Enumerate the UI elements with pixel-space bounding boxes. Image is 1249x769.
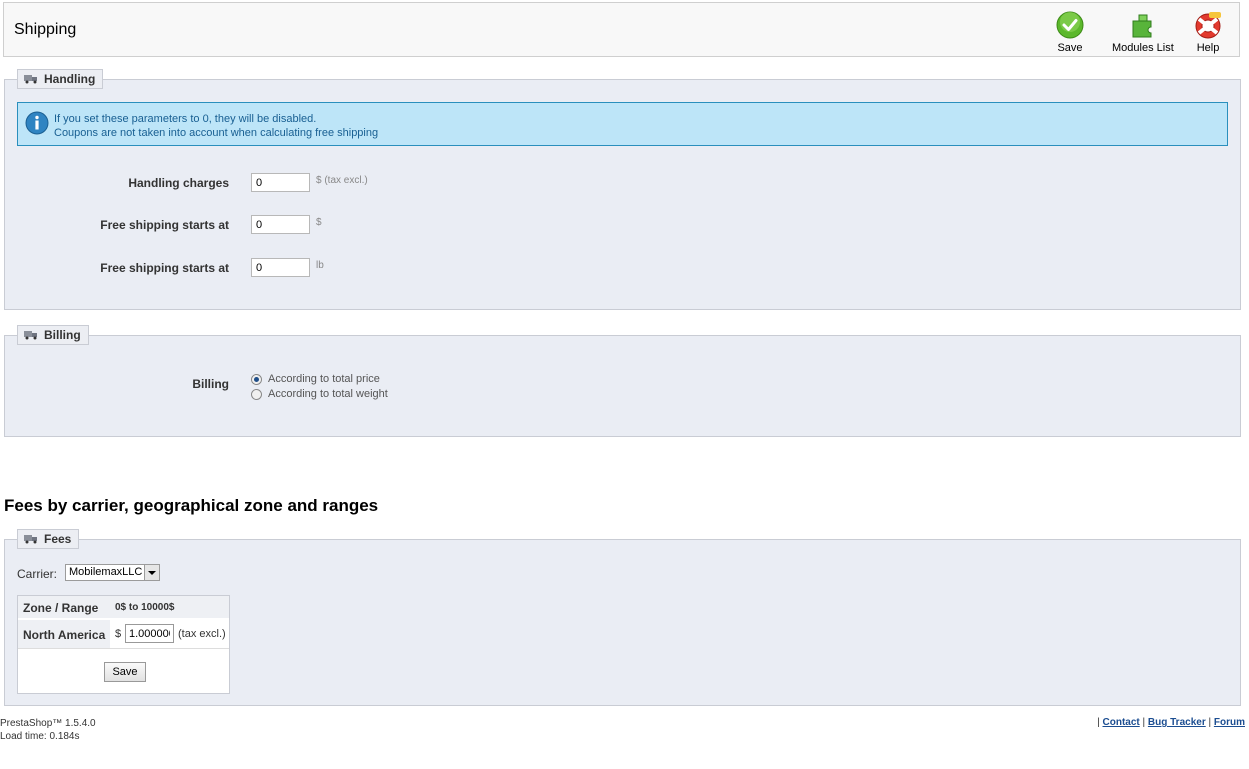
info-icon — [25, 111, 49, 135]
billing-legend: Billing — [17, 325, 89, 345]
forum-link[interactable]: Forum — [1214, 717, 1245, 728]
truck-icon — [24, 75, 37, 84]
fees-panel: Fees Carrier: MobilemaxLLC Zone / Range … — [4, 529, 1241, 706]
lifebuoy-icon — [1195, 12, 1221, 39]
fees-table: Zone / Range 0$ to 10000$ North America … — [17, 595, 230, 694]
radio-weight[interactable] — [251, 388, 262, 400]
free-shipping-price-row: Free shipping starts at $ — [5, 215, 605, 235]
fees-legend: Fees — [17, 529, 80, 549]
version-text: PrestaShop™ 1.5.4.0 — [0, 718, 96, 729]
info-line-1: If you set these parameters to 0, they w… — [54, 113, 317, 125]
handling-charges-label: Handling charges — [128, 176, 229, 190]
table-row: North America $ (tax excl.) — [18, 620, 229, 649]
modules-list-button[interactable]: Modules List — [1112, 11, 1174, 54]
puzzle-icon — [1132, 14, 1152, 38]
contact-link[interactable]: Contact — [1103, 717, 1140, 728]
free-shipping-price-unit: $ — [316, 217, 322, 228]
handling-charges-input[interactable] — [251, 173, 310, 192]
save-toolbar-button[interactable]: Save — [1056, 11, 1084, 54]
handling-charges-unit: $ (tax excl.) — [316, 175, 368, 186]
billing-legend-text: Billing — [44, 328, 81, 342]
load-time-text: Load time: 0.184s — [0, 731, 80, 742]
free-shipping-weight-row: Free shipping starts at lb — [5, 258, 605, 278]
currency-symbol: $ — [115, 628, 122, 640]
carrier-selected-value: MobilemaxLLC — [69, 566, 143, 578]
info-message: If you set these parameters to 0, they w… — [17, 102, 1228, 146]
fees-section-title: Fees by carrier, geographical zone and r… — [4, 496, 379, 515]
check-icon — [1056, 11, 1084, 39]
free-shipping-weight-unit: lb — [316, 260, 324, 271]
range-header: 0$ to 10000$ — [115, 602, 175, 613]
billing-option-price-label: According to total price — [268, 373, 380, 385]
truck-icon — [24, 535, 37, 544]
fee-input[interactable] — [125, 624, 174, 643]
free-shipping-price-label: Free shipping starts at — [100, 218, 229, 232]
footer-separator: | — [1208, 717, 1212, 728]
handling-panel: Handling If you set these parameters to … — [4, 69, 1241, 310]
save-fees-button[interactable]: Save — [104, 662, 146, 682]
footer-links: | Contact | Bug Tracker | Forum — [1097, 717, 1245, 728]
footer-info: PrestaShop™ 1.5.4.0 Load time: 0.184s — [0, 717, 96, 743]
fees-table-header: Zone / Range 0$ to 10000$ — [18, 596, 229, 618]
info-line-2: Coupons are not taken into account when … — [54, 127, 379, 139]
zone-range-header: Zone / Range — [23, 601, 99, 615]
footer-separator: | — [1142, 717, 1146, 728]
billing-panel: Billing Billing According to total price… — [4, 325, 1241, 437]
handling-charges-row: Handling charges $ (tax excl.) — [5, 173, 605, 193]
help-button[interactable]: Help — [1194, 11, 1222, 54]
zone-cell: North America — [18, 620, 110, 648]
radio-price[interactable] — [251, 373, 262, 385]
save-toolbar-label: Save — [1057, 42, 1083, 54]
page-title: Shipping — [14, 21, 77, 38]
carrier-label: Carrier: — [17, 567, 58, 581]
bug-tracker-link[interactable]: Bug Tracker — [1148, 717, 1206, 728]
free-shipping-price-input[interactable] — [251, 215, 310, 234]
fees-legend-text: Fees — [44, 532, 72, 546]
help-label: Help — [1196, 42, 1220, 54]
truck-icon — [24, 331, 37, 340]
free-shipping-weight-label: Free shipping starts at — [100, 261, 229, 275]
handling-legend-text: Handling — [44, 72, 96, 86]
zone-name: North America — [23, 628, 106, 642]
footer-separator: | — [1097, 717, 1100, 728]
billing-label: Billing — [192, 377, 229, 391]
chevron-down-icon[interactable] — [144, 565, 159, 580]
carrier-select[interactable]: MobilemaxLLC — [65, 564, 160, 581]
tax-note: (tax excl.) — [178, 628, 226, 640]
handling-legend: Handling — [17, 69, 104, 89]
free-shipping-weight-input[interactable] — [251, 258, 310, 277]
toolbar: Shipping Save Modules List Help — [3, 2, 1240, 57]
modules-list-label: Modules List — [1112, 42, 1174, 54]
billing-option-weight-label: According to total weight — [268, 388, 388, 400]
billing-option-price[interactable]: According to total price — [251, 373, 380, 385]
billing-option-weight[interactable]: According to total weight — [251, 388, 388, 400]
